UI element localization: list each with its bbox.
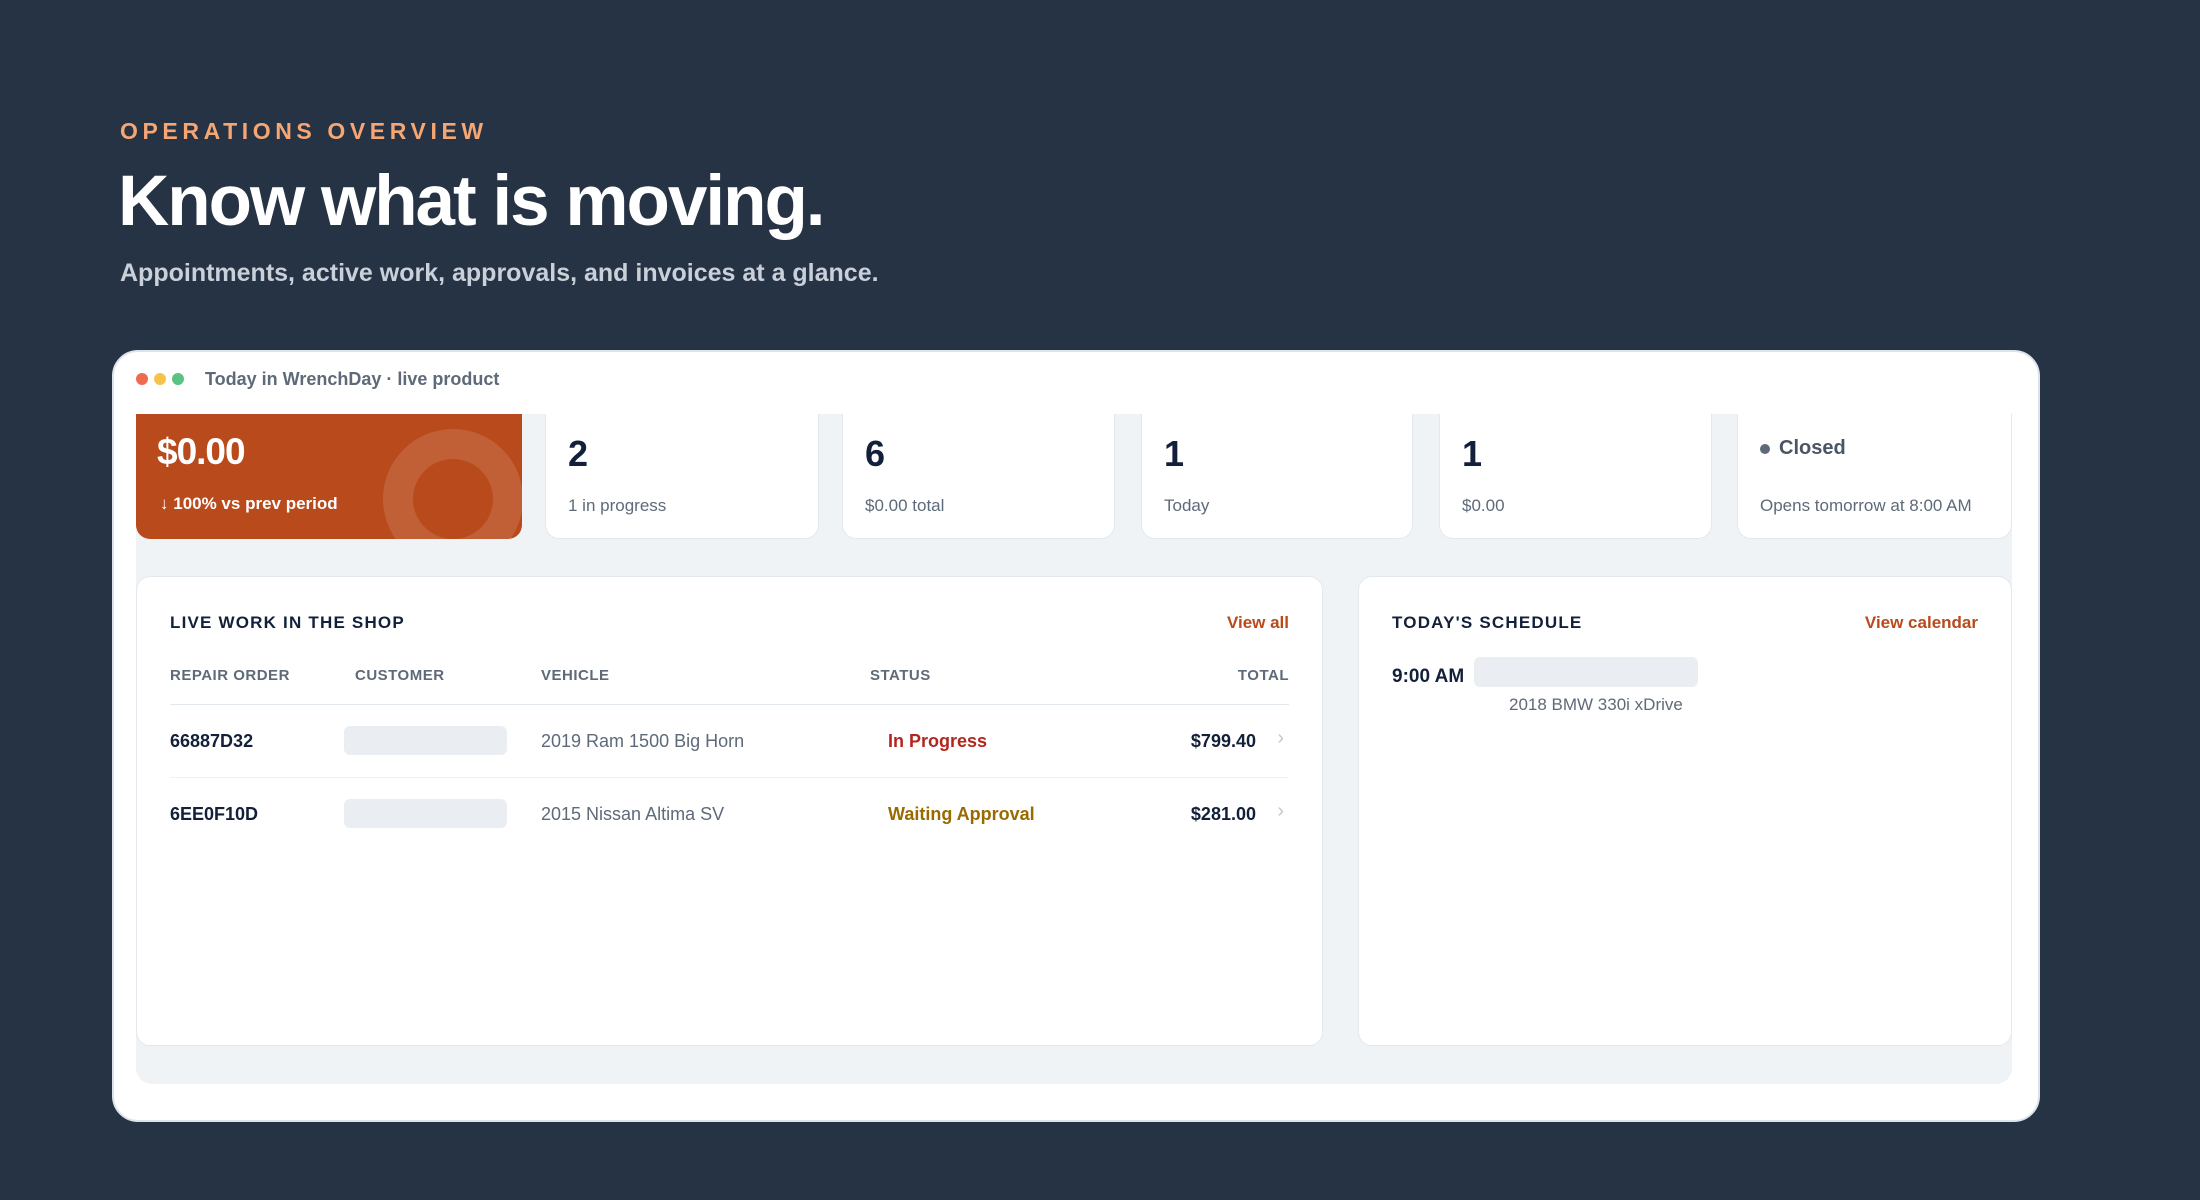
maximize-dot[interactable] [172,373,184,385]
kpi-value: 1 [1462,433,1483,474]
column-header-status[interactable]: STATUS [870,667,931,684]
kpi-subtext: 1 in progress [568,496,667,515]
arrow-down-icon: ↓ [160,494,169,513]
column-header-total[interactable]: TOTAL [1238,667,1289,684]
appointment-customer-placeholder[interactable] [1474,657,1698,687]
kpi-subtext: $0.00 [1462,496,1505,515]
column-header-customer[interactable]: CUSTOMER [355,667,445,684]
kpi-value: 1 [1164,433,1185,474]
kpi-card[interactable]: 6 $0.00 total [842,414,1115,539]
hero-subtitle: Appointments, active work, approvals, an… [120,259,879,287]
panel-title: TODAY'S SCHEDULE [1392,613,1583,632]
table-row[interactable]: 6EE0F10D 2015 Nissan Altima SV Waiting A… [170,778,1289,851]
row-total: $799.40 [1190,731,1256,751]
appointment-time: 9:00 AM [1392,666,1465,687]
dashboard: $0.00 ↓ 100% vs prev period 2 1 in progr… [136,414,2012,1084]
app-window: Today in WrenchDay · live product $0.00 … [112,350,2040,1122]
kpi-subtext: Today [1164,496,1210,515]
kpi-subtext: $0.00 total [865,496,945,515]
view-all-link[interactable]: View all [1227,613,1289,633]
kpi-trend-label: 100% vs prev period [173,494,338,513]
table-row[interactable]: 66887D32 2019 Ram 1500 Big Horn In Progr… [170,705,1289,778]
status-label: Waiting Approval [888,804,1035,824]
chevron-right-icon[interactable]: › [1277,800,1284,823]
schedule-panel: TODAY'S SCHEDULE View calendar 9:00 AM 2… [1358,576,2012,1046]
vehicle-name: 2019 Ram 1500 Big Horn [541,731,745,751]
window-title: Today in WrenchDay · live product [205,369,500,389]
minimize-dot[interactable] [154,373,166,385]
kpi-revenue-card[interactable]: $0.00 ↓ 100% vs prev period [136,414,522,539]
kpi-card[interactable]: 1 $0.00 [1439,414,1712,539]
view-calendar-link[interactable]: View calendar [1865,613,1978,633]
kpi-trend: ↓ 100% vs prev period [160,494,338,514]
customer-placeholder [344,726,507,755]
status-dot-icon [1760,443,1770,454]
close-dot[interactable] [136,373,148,385]
window-controls [136,373,184,385]
shop-status: Closed [1760,437,1846,460]
repair-order-id: 6EE0F10D [170,804,259,824]
decorative-ring [383,429,522,539]
appointment-vehicle: 2018 BMW 330i xDrive [1509,695,1683,714]
kpi-value: 2 [568,433,589,474]
row-total: $281.00 [1190,804,1256,824]
column-header-vehicle[interactable]: VEHICLE [541,667,610,684]
shop-status-label: Closed [1779,437,1846,459]
kpi-value: 6 [865,433,886,474]
kpi-card[interactable]: 1 Today [1141,414,1413,539]
column-header-repair-order[interactable]: REPAIR ORDER [170,667,290,684]
vehicle-name: 2015 Nissan Altima SV [541,804,725,824]
hero-title: Know what is moving. [118,162,826,241]
panel-title: LIVE WORK IN THE SHOP [170,613,405,632]
kpi-value: $0.00 [157,431,246,472]
kpi-card[interactable]: 2 1 in progress [545,414,819,539]
customer-placeholder [344,799,507,828]
shop-hours-note: Opens tomorrow at 8:00 AM [1760,496,1972,515]
live-work-panel: LIVE WORK IN THE SHOP View all REPAIR OR… [136,576,1323,1046]
chevron-right-icon[interactable]: › [1277,727,1284,750]
hero-eyebrow: OPERATIONS OVERVIEW [120,118,488,144]
status-label: In Progress [888,731,988,751]
repair-order-id: 66887D32 [170,731,254,751]
shop-hours-card[interactable]: Closed Opens tomorrow at 8:00 AM [1737,414,2012,539]
